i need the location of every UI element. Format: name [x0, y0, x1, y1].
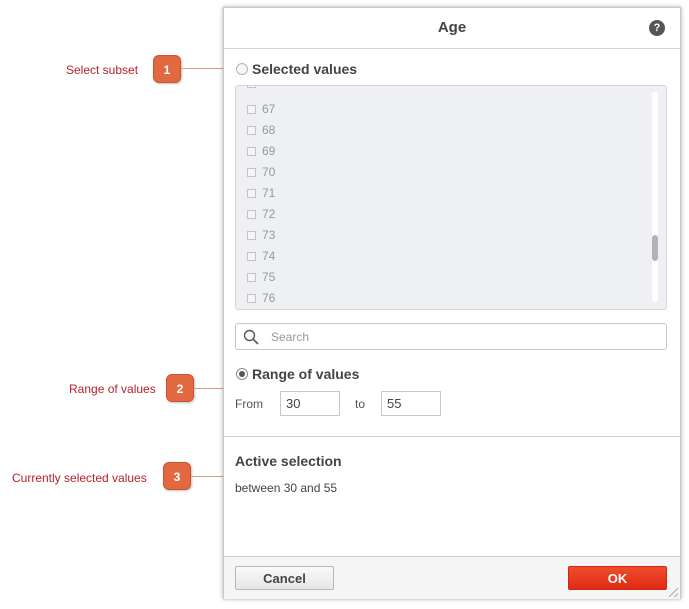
- list-item[interactable]: 68: [247, 123, 275, 137]
- selected-values-radio[interactable]: [236, 63, 248, 75]
- value-checkbox[interactable]: [247, 146, 256, 156]
- list-item[interactable]: 75: [247, 270, 275, 284]
- list-item[interactable]: 67: [247, 102, 275, 116]
- active-selection-title: Active selection: [235, 453, 342, 469]
- list-item[interactable]: 71: [247, 186, 275, 200]
- dialog-footer: Cancel OK: [224, 556, 680, 599]
- value-checkbox[interactable]: [247, 230, 256, 240]
- range-of-values-option[interactable]: Range of values: [236, 366, 359, 382]
- search-icon: [243, 329, 259, 345]
- range-to-label: to: [355, 397, 366, 411]
- selected-values-label: Selected values: [252, 61, 358, 77]
- list-item[interactable]: 76: [247, 291, 275, 305]
- callout-badge-3: 3: [163, 462, 191, 490]
- value-label: 74: [262, 249, 276, 263]
- callout-label-select-subset: Select subset: [66, 63, 139, 77]
- section-divider: [224, 436, 680, 437]
- list-scrollbar-thumb[interactable]: [652, 235, 658, 261]
- value-checkbox[interactable]: [247, 209, 256, 219]
- value-label: 68: [262, 123, 276, 137]
- search-input[interactable]: [271, 328, 651, 345]
- range-from-label: From: [235, 397, 263, 411]
- value-label: 73: [262, 228, 276, 242]
- values-list[interactable]: 67 68 69 70 71 72 73 74 75 76: [235, 85, 667, 310]
- value-checkbox[interactable]: [247, 167, 256, 177]
- list-scrollbar[interactable]: [652, 92, 658, 302]
- dialog-header: Age ?: [224, 8, 680, 49]
- dialog-title: Age: [437, 19, 467, 36]
- cancel-button[interactable]: Cancel: [235, 566, 334, 590]
- list-item-partial: [247, 86, 262, 88]
- resize-grip-icon[interactable]: [669, 588, 678, 597]
- value-label: 70: [262, 165, 276, 179]
- callout-label-currently-selected: Currently selected values: [12, 471, 147, 485]
- value-checkbox[interactable]: [247, 86, 256, 88]
- value-label: 69: [262, 144, 276, 158]
- ok-button[interactable]: OK: [568, 566, 667, 590]
- value-label: 67: [262, 102, 276, 116]
- list-item[interactable]: 73: [247, 228, 275, 242]
- value-label: 76: [262, 291, 276, 305]
- active-selection-text: between 30 and 55: [235, 481, 338, 495]
- value-label: 71: [262, 186, 276, 200]
- callout-badge-2: 2: [166, 374, 194, 402]
- value-checkbox[interactable]: [247, 293, 256, 303]
- value-checkbox[interactable]: [247, 104, 256, 114]
- range-from-input[interactable]: [280, 391, 340, 416]
- range-to-input[interactable]: [381, 391, 441, 416]
- callout-badge-1: 1: [153, 55, 181, 83]
- value-checkbox[interactable]: [247, 188, 256, 198]
- help-icon[interactable]: ?: [649, 20, 665, 36]
- screenshot-root: Select subset 1 Range of values 2 Curren…: [0, 0, 689, 609]
- list-item[interactable]: 72: [247, 207, 275, 221]
- list-item[interactable]: 70: [247, 165, 275, 179]
- range-of-values-radio[interactable]: [236, 368, 248, 380]
- list-item[interactable]: 69: [247, 144, 275, 158]
- value-label: 75: [262, 270, 276, 284]
- value-checkbox[interactable]: [247, 272, 256, 282]
- range-of-values-label: Range of values: [252, 366, 360, 382]
- callout-label-range-of-values: Range of values: [69, 382, 156, 396]
- value-checkbox[interactable]: [247, 251, 256, 261]
- age-filter-dialog: Age ? Selected values 67 68 69 70 71 72 …: [223, 7, 681, 599]
- value-label: 72: [262, 207, 276, 221]
- search-box[interactable]: [235, 323, 667, 350]
- list-item[interactable]: 74: [247, 249, 275, 263]
- value-checkbox[interactable]: [247, 125, 256, 135]
- selected-values-option[interactable]: Selected values: [236, 61, 357, 77]
